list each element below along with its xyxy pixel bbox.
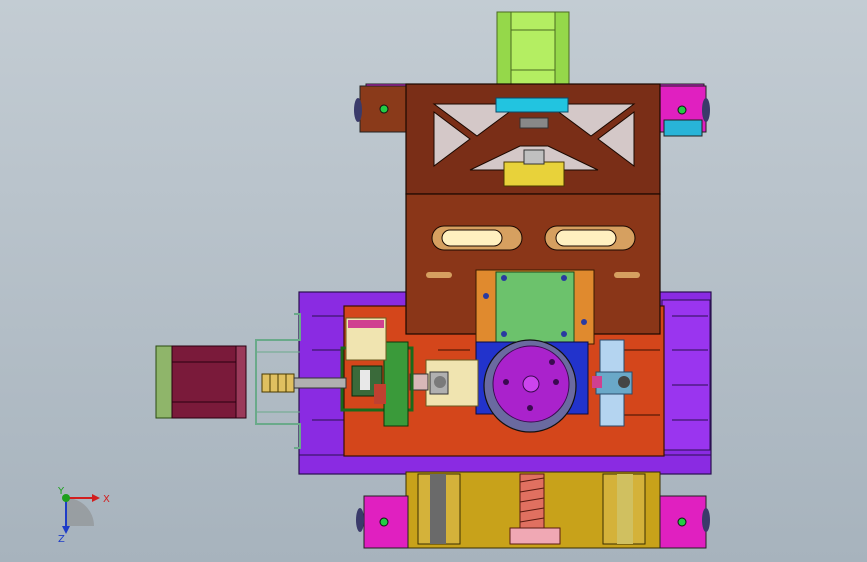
cad-model-view[interactable]: X Y Z <box>0 0 867 562</box>
triad-z-label: Z <box>58 534 65 545</box>
triad-x-label: X <box>103 494 110 505</box>
bottom-left-mount-ear[interactable] <box>356 495 409 549</box>
top-stepper-motor[interactable] <box>496 11 570 93</box>
bottom-right-mount-ear[interactable] <box>659 495 710 549</box>
top-right-mount-ear[interactable] <box>659 83 710 137</box>
left-stepper-motor[interactable] <box>155 345 247 419</box>
triad-y-label: Y <box>57 486 65 497</box>
axis-triad: X Y Z <box>57 486 110 545</box>
top-left-mount-ear[interactable] <box>354 83 409 133</box>
right-rail-ribs <box>661 299 711 451</box>
cad-viewport[interactable]: X Y Z <box>0 0 867 562</box>
vertical-motor-mount[interactable] <box>475 269 595 345</box>
